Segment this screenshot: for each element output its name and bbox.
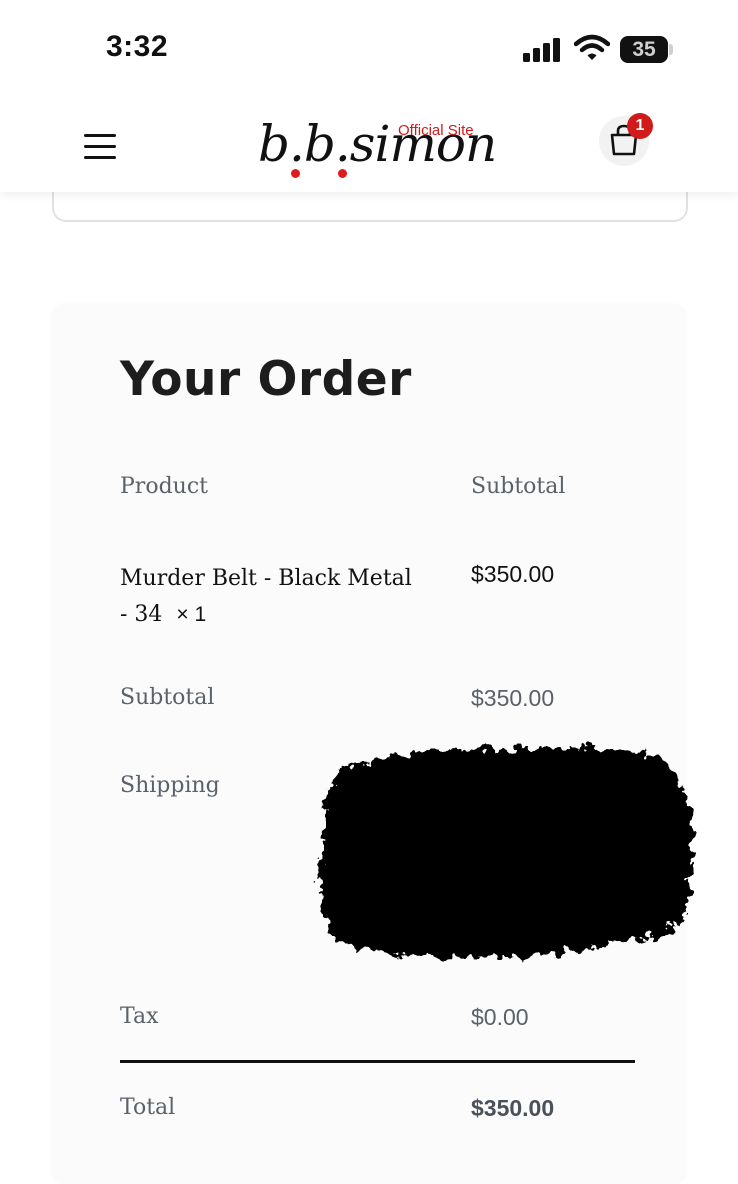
subtotal-label: Subtotal: [120, 685, 215, 710]
site-header: b.b.simon Official Site 1: [0, 95, 738, 192]
tax-label: Tax: [120, 1004, 159, 1029]
tax-value: $0.00: [471, 1004, 529, 1030]
item-quantity: × 1: [176, 603, 207, 626]
logo-tagline: Official Site: [398, 122, 474, 139]
order-item-name: Murder Belt - Black Metal - 34 × 1: [120, 561, 420, 633]
column-header-product: Product: [120, 474, 208, 499]
logo-dot: [338, 169, 347, 178]
cellular-signal-icon: [523, 38, 563, 62]
order-title: Your Order: [120, 352, 412, 407]
logo-dot: [291, 169, 300, 178]
total-value: $350.00: [471, 1095, 555, 1121]
total-divider: [120, 1060, 635, 1063]
shipping-label: Shipping: [120, 773, 220, 798]
status-time: 3:32: [106, 30, 169, 63]
battery-icon: 35: [620, 36, 668, 63]
hamburger-menu-icon: [84, 134, 116, 138]
status-bar: 3:32 35: [0, 0, 738, 95]
total-label: Total: [120, 1095, 176, 1120]
wifi-icon: [574, 34, 610, 60]
column-header-subtotal: Subtotal: [471, 474, 566, 499]
item-name: Murder Belt - Black Metal - 34: [120, 566, 412, 627]
menu-button[interactable]: [84, 134, 116, 160]
subtotal-value: $350.00: [471, 685, 555, 711]
site-logo[interactable]: b.b.simon Official Site: [258, 107, 497, 187]
battery-level: 35: [632, 38, 656, 61]
redaction-scribble: [319, 748, 693, 958]
battery-cap: [669, 44, 673, 55]
item-subtotal: $350.00: [471, 561, 555, 587]
cart-count-badge: 1: [627, 113, 653, 139]
